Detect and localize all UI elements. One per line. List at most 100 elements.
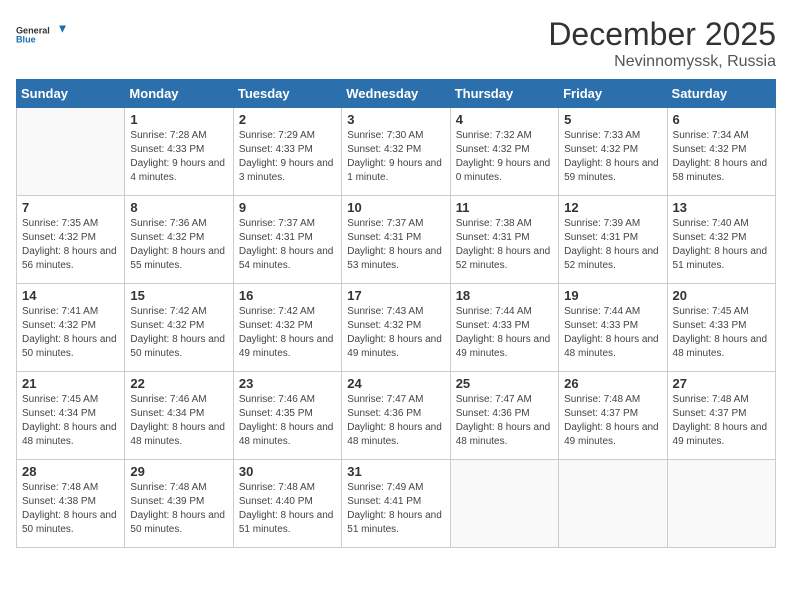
day-info: Sunrise: 7:32 AMSunset: 4:32 PMDaylight:… (456, 130, 551, 183)
day-info: Sunrise: 7:48 AMSunset: 4:38 PMDaylight:… (22, 482, 117, 535)
day-info: Sunrise: 7:48 AMSunset: 4:40 PMDaylight:… (239, 482, 334, 535)
day-info: Sunrise: 7:36 AMSunset: 4:32 PMDaylight:… (130, 218, 225, 271)
location-title: Nevinnomyssk, Russia (548, 53, 776, 71)
day-number: 19 (564, 288, 661, 303)
day-number: 13 (673, 200, 770, 215)
calendar-cell: 13 Sunrise: 7:40 AMSunset: 4:32 PMDaylig… (667, 196, 775, 284)
calendar-cell: 14 Sunrise: 7:41 AMSunset: 4:32 PMDaylig… (17, 284, 125, 372)
day-info: Sunrise: 7:34 AMSunset: 4:32 PMDaylight:… (673, 130, 768, 183)
day-info: Sunrise: 7:29 AMSunset: 4:33 PMDaylight:… (239, 130, 334, 183)
day-number: 24 (347, 376, 444, 391)
week-row-5: 28 Sunrise: 7:48 AMSunset: 4:38 PMDaylig… (17, 460, 776, 548)
day-info: Sunrise: 7:44 AMSunset: 4:33 PMDaylight:… (564, 306, 659, 359)
day-number: 6 (673, 112, 770, 127)
day-info: Sunrise: 7:48 AMSunset: 4:37 PMDaylight:… (564, 394, 659, 447)
day-number: 27 (673, 376, 770, 391)
day-info: Sunrise: 7:33 AMSunset: 4:32 PMDaylight:… (564, 130, 659, 183)
calendar-cell: 20 Sunrise: 7:45 AMSunset: 4:33 PMDaylig… (667, 284, 775, 372)
calendar-cell: 4 Sunrise: 7:32 AMSunset: 4:32 PMDayligh… (450, 108, 558, 196)
logo: General Blue (16, 16, 66, 54)
calendar-cell: 31 Sunrise: 7:49 AMSunset: 4:41 PMDaylig… (342, 460, 450, 548)
day-info: Sunrise: 7:37 AMSunset: 4:31 PMDaylight:… (347, 218, 442, 271)
logo-svg: General Blue (16, 16, 66, 54)
header-row: SundayMondayTuesdayWednesdayThursdayFrid… (17, 80, 776, 108)
day-info: Sunrise: 7:42 AMSunset: 4:32 PMDaylight:… (239, 306, 334, 359)
calendar-cell (667, 460, 775, 548)
calendar-cell: 1 Sunrise: 7:28 AMSunset: 4:33 PMDayligh… (125, 108, 233, 196)
day-info: Sunrise: 7:46 AMSunset: 4:35 PMDaylight:… (239, 394, 334, 447)
calendar-cell: 18 Sunrise: 7:44 AMSunset: 4:33 PMDaylig… (450, 284, 558, 372)
day-number: 14 (22, 288, 119, 303)
calendar-cell: 30 Sunrise: 7:48 AMSunset: 4:40 PMDaylig… (233, 460, 341, 548)
day-number: 23 (239, 376, 336, 391)
day-number: 3 (347, 112, 444, 127)
page-header: General Blue December 2025 Nevinnomyssk,… (16, 16, 776, 71)
day-number: 1 (130, 112, 227, 127)
day-info: Sunrise: 7:47 AMSunset: 4:36 PMDaylight:… (456, 394, 551, 447)
calendar-cell: 26 Sunrise: 7:48 AMSunset: 4:37 PMDaylig… (559, 372, 667, 460)
calendar-cell: 19 Sunrise: 7:44 AMSunset: 4:33 PMDaylig… (559, 284, 667, 372)
calendar-cell: 5 Sunrise: 7:33 AMSunset: 4:32 PMDayligh… (559, 108, 667, 196)
day-info: Sunrise: 7:37 AMSunset: 4:31 PMDaylight:… (239, 218, 334, 271)
day-info: Sunrise: 7:39 AMSunset: 4:31 PMDaylight:… (564, 218, 659, 271)
day-number: 25 (456, 376, 553, 391)
week-row-1: 1 Sunrise: 7:28 AMSunset: 4:33 PMDayligh… (17, 108, 776, 196)
calendar-cell: 17 Sunrise: 7:43 AMSunset: 4:32 PMDaylig… (342, 284, 450, 372)
day-number: 7 (22, 200, 119, 215)
calendar-cell: 22 Sunrise: 7:46 AMSunset: 4:34 PMDaylig… (125, 372, 233, 460)
calendar-cell: 15 Sunrise: 7:42 AMSunset: 4:32 PMDaylig… (125, 284, 233, 372)
col-header-tuesday: Tuesday (233, 80, 341, 108)
day-info: Sunrise: 7:40 AMSunset: 4:32 PMDaylight:… (673, 218, 768, 271)
day-info: Sunrise: 7:48 AMSunset: 4:37 PMDaylight:… (673, 394, 768, 447)
col-header-thursday: Thursday (450, 80, 558, 108)
calendar-cell: 3 Sunrise: 7:30 AMSunset: 4:32 PMDayligh… (342, 108, 450, 196)
day-number: 9 (239, 200, 336, 215)
month-title: December 2025 (548, 16, 776, 53)
day-number: 31 (347, 464, 444, 479)
day-number: 4 (456, 112, 553, 127)
calendar-cell: 8 Sunrise: 7:36 AMSunset: 4:32 PMDayligh… (125, 196, 233, 284)
day-number: 16 (239, 288, 336, 303)
calendar-cell: 6 Sunrise: 7:34 AMSunset: 4:32 PMDayligh… (667, 108, 775, 196)
calendar-table: SundayMondayTuesdayWednesdayThursdayFrid… (16, 79, 776, 548)
day-number: 12 (564, 200, 661, 215)
day-info: Sunrise: 7:46 AMSunset: 4:34 PMDaylight:… (130, 394, 225, 447)
day-number: 21 (22, 376, 119, 391)
day-info: Sunrise: 7:42 AMSunset: 4:32 PMDaylight:… (130, 306, 225, 359)
calendar-cell: 10 Sunrise: 7:37 AMSunset: 4:31 PMDaylig… (342, 196, 450, 284)
calendar-cell (17, 108, 125, 196)
day-number: 29 (130, 464, 227, 479)
day-info: Sunrise: 7:41 AMSunset: 4:32 PMDaylight:… (22, 306, 117, 359)
day-number: 17 (347, 288, 444, 303)
calendar-cell: 23 Sunrise: 7:46 AMSunset: 4:35 PMDaylig… (233, 372, 341, 460)
calendar-cell: 25 Sunrise: 7:47 AMSunset: 4:36 PMDaylig… (450, 372, 558, 460)
day-number: 11 (456, 200, 553, 215)
day-number: 8 (130, 200, 227, 215)
day-info: Sunrise: 7:49 AMSunset: 4:41 PMDaylight:… (347, 482, 442, 535)
calendar-cell: 21 Sunrise: 7:45 AMSunset: 4:34 PMDaylig… (17, 372, 125, 460)
day-number: 26 (564, 376, 661, 391)
week-row-2: 7 Sunrise: 7:35 AMSunset: 4:32 PMDayligh… (17, 196, 776, 284)
day-info: Sunrise: 7:47 AMSunset: 4:36 PMDaylight:… (347, 394, 442, 447)
day-number: 5 (564, 112, 661, 127)
day-number: 15 (130, 288, 227, 303)
day-number: 20 (673, 288, 770, 303)
title-block: December 2025 Nevinnomyssk, Russia (548, 16, 776, 71)
day-info: Sunrise: 7:45 AMSunset: 4:33 PMDaylight:… (673, 306, 768, 359)
week-row-3: 14 Sunrise: 7:41 AMSunset: 4:32 PMDaylig… (17, 284, 776, 372)
day-info: Sunrise: 7:28 AMSunset: 4:33 PMDaylight:… (130, 130, 225, 183)
day-info: Sunrise: 7:45 AMSunset: 4:34 PMDaylight:… (22, 394, 117, 447)
day-info: Sunrise: 7:30 AMSunset: 4:32 PMDaylight:… (347, 130, 442, 183)
calendar-cell: 2 Sunrise: 7:29 AMSunset: 4:33 PMDayligh… (233, 108, 341, 196)
col-header-sunday: Sunday (17, 80, 125, 108)
calendar-cell: 28 Sunrise: 7:48 AMSunset: 4:38 PMDaylig… (17, 460, 125, 548)
day-number: 2 (239, 112, 336, 127)
col-header-monday: Monday (125, 80, 233, 108)
day-number: 30 (239, 464, 336, 479)
calendar-cell (559, 460, 667, 548)
day-info: Sunrise: 7:38 AMSunset: 4:31 PMDaylight:… (456, 218, 551, 271)
day-info: Sunrise: 7:44 AMSunset: 4:33 PMDaylight:… (456, 306, 551, 359)
calendar-cell: 7 Sunrise: 7:35 AMSunset: 4:32 PMDayligh… (17, 196, 125, 284)
col-header-saturday: Saturday (667, 80, 775, 108)
day-info: Sunrise: 7:48 AMSunset: 4:39 PMDaylight:… (130, 482, 225, 535)
